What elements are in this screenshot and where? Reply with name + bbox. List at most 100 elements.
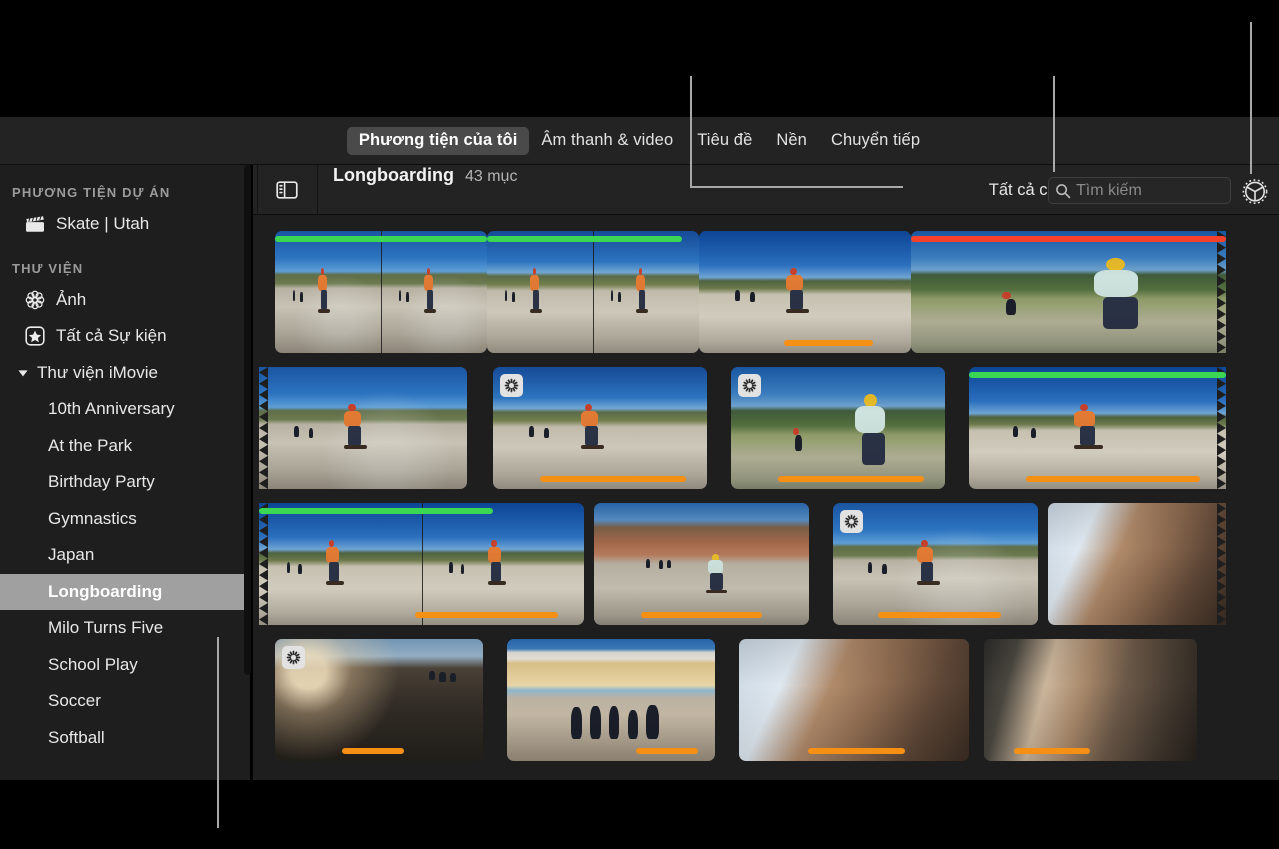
- sidebar-scrollbar-thumb[interactable]: [244, 165, 251, 675]
- clip-keyword-bar[interactable]: [635, 748, 699, 754]
- media-clip[interactable]: [259, 367, 467, 489]
- thumb-shading: [984, 639, 1197, 761]
- clip-keyword-bar[interactable]: [778, 476, 924, 482]
- sidebar-item-at-the-park[interactable]: At the Park: [0, 428, 250, 465]
- media-clip[interactable]: [275, 231, 487, 353]
- media-grid[interactable]: [253, 215, 1279, 780]
- libraries-sidebar[interactable]: PHƯƠNG TIỆN DỰ ÁN Skate | Utah THƯ VIỆN Ả…: [0, 165, 250, 780]
- browser-header-bar: Longboarding 43 mục Tất cả clip Tìm kiếm: [253, 165, 1279, 215]
- sidebar-item-soccer[interactable]: Soccer: [0, 683, 250, 720]
- clip-status-badge[interactable]: [282, 646, 305, 669]
- sidebar-item-skate-utah[interactable]: Skate | Utah: [0, 206, 250, 243]
- sidebar-callout-vertical: [217, 637, 219, 828]
- media-clip[interactable]: [1048, 503, 1226, 625]
- thumb-shading: [833, 503, 1038, 625]
- media-grid-row: [253, 367, 1279, 489]
- media-clip[interactable]: [493, 367, 707, 489]
- clip-frame: [421, 503, 584, 625]
- media-grid-row: [253, 503, 1279, 625]
- media-clip[interactable]: [984, 639, 1197, 761]
- clip-status-badge[interactable]: [840, 510, 863, 533]
- window-bottom-mask: [0, 780, 1279, 849]
- sidebar-item-10th-anniversary[interactable]: 10th Anniversary: [0, 391, 250, 428]
- clip-status-badge[interactable]: [500, 374, 523, 397]
- media-clip[interactable]: [911, 231, 1226, 353]
- clip-thumbnail: [969, 367, 1226, 489]
- sidebar-item-label: Japan: [48, 545, 95, 565]
- search-placeholder: Tìm kiếm: [1076, 181, 1142, 199]
- media-clip[interactable]: [699, 231, 911, 353]
- thumb-shading: [739, 639, 969, 761]
- sidebar-toggle-icon: [276, 180, 298, 199]
- sidebar-item-birthday-party[interactable]: Birthday Party: [0, 464, 250, 501]
- sidebar-toggle-button[interactable]: [267, 176, 307, 203]
- sidebar-item-label: Thư viện iMovie: [37, 362, 158, 382]
- clip-keyword-bar[interactable]: [1025, 476, 1201, 482]
- clip-keyword-bar[interactable]: [415, 612, 558, 618]
- sidebar-item-t-t-c-s-ki-n[interactable]: Tất cả Sự kiện: [0, 318, 250, 355]
- media-clip[interactable]: [739, 639, 969, 761]
- sidebar-item-longboarding[interactable]: Longboarding: [0, 573, 250, 610]
- tab-3[interactable]: Nền: [764, 127, 819, 155]
- media-clip[interactable]: [833, 503, 1038, 625]
- media-clip[interactable]: [507, 639, 715, 761]
- media-clip[interactable]: [594, 503, 809, 625]
- clip-keyword-bar[interactable]: [341, 748, 404, 754]
- thumb-shading: [275, 639, 483, 761]
- clip-thumbnail: [275, 639, 483, 761]
- disclosure-triangle-down-icon[interactable]: [16, 366, 30, 380]
- frame-separator: [421, 503, 423, 625]
- browser-settings-button[interactable]: [1239, 175, 1271, 207]
- clip-keyword-bar[interactable]: [878, 612, 1002, 618]
- clip-keyword-bar[interactable]: [808, 748, 905, 754]
- sidebar-item-milo-turns-five[interactable]: Milo Turns Five: [0, 610, 250, 647]
- sidebar-item-gymnastics[interactable]: Gymnastics: [0, 501, 250, 538]
- clip-torn-edge-right-icon: [1217, 367, 1226, 489]
- tab-0[interactable]: Phương tiện của tôi: [346, 127, 530, 155]
- clip-thumbnail: [275, 231, 381, 353]
- sidebar-scrollbar[interactable]: [243, 165, 252, 780]
- clip-frame: [594, 503, 809, 625]
- clip-favorite-bar[interactable]: [259, 508, 493, 514]
- clip-status-badge[interactable]: [738, 374, 761, 397]
- clip-thumbnail: [833, 503, 1038, 625]
- sidebar-item-nh[interactable]: Ảnh: [0, 282, 250, 319]
- media-clip[interactable]: [275, 639, 483, 761]
- clip-keyword-bar[interactable]: [641, 612, 762, 618]
- tab-4[interactable]: Chuyển tiếp: [819, 127, 932, 155]
- sidebar-item-school-play[interactable]: School Play: [0, 647, 250, 684]
- sidebar-item-th-vi-n-imovie[interactable]: Thư viện iMovie: [0, 355, 250, 392]
- media-clip[interactable]: [969, 367, 1226, 489]
- clip-frame: [911, 231, 1226, 353]
- thumb-shading: [593, 231, 699, 353]
- clip-thumbnail: [594, 503, 809, 625]
- clapperboard-icon: [26, 216, 44, 232]
- sidebar-item-japan[interactable]: Japan: [0, 537, 250, 574]
- header-divider-right: [317, 165, 318, 215]
- search-field[interactable]: Tìm kiếm: [1048, 177, 1231, 204]
- clip-keyword-bar[interactable]: [783, 340, 873, 346]
- sidebar-item-softball[interactable]: Softball: [0, 720, 250, 757]
- thumb-shading: [487, 231, 593, 353]
- clip-frame: [487, 231, 593, 353]
- clip-keyword-bar[interactable]: [1013, 748, 1091, 754]
- media-clip[interactable]: [487, 231, 699, 353]
- clip-rejected-bar[interactable]: [911, 236, 1226, 242]
- settings-callout-vertical: [1250, 22, 1252, 174]
- media-clip[interactable]: [259, 503, 584, 625]
- clip-frame: [969, 367, 1226, 489]
- clip-favorite-bar[interactable]: [487, 236, 683, 242]
- thumb-shading: [969, 367, 1226, 489]
- tab-1[interactable]: Âm thanh & video: [529, 127, 685, 155]
- clip-keyword-bar[interactable]: [540, 476, 686, 482]
- clip-favorite-bar[interactable]: [275, 236, 487, 242]
- media-clip[interactable]: [731, 367, 945, 489]
- clip-torn-edge-right-icon: [1217, 231, 1226, 353]
- photos-flower-icon: [25, 290, 45, 310]
- clip-frame: [275, 639, 483, 761]
- clip-favorite-bar[interactable]: [969, 372, 1226, 378]
- clip-frame: [833, 503, 1038, 625]
- clip-torn-edge-right-icon: [1217, 503, 1226, 625]
- tab-2[interactable]: Tiêu đề: [685, 127, 764, 155]
- thumb-shading: [507, 639, 715, 761]
